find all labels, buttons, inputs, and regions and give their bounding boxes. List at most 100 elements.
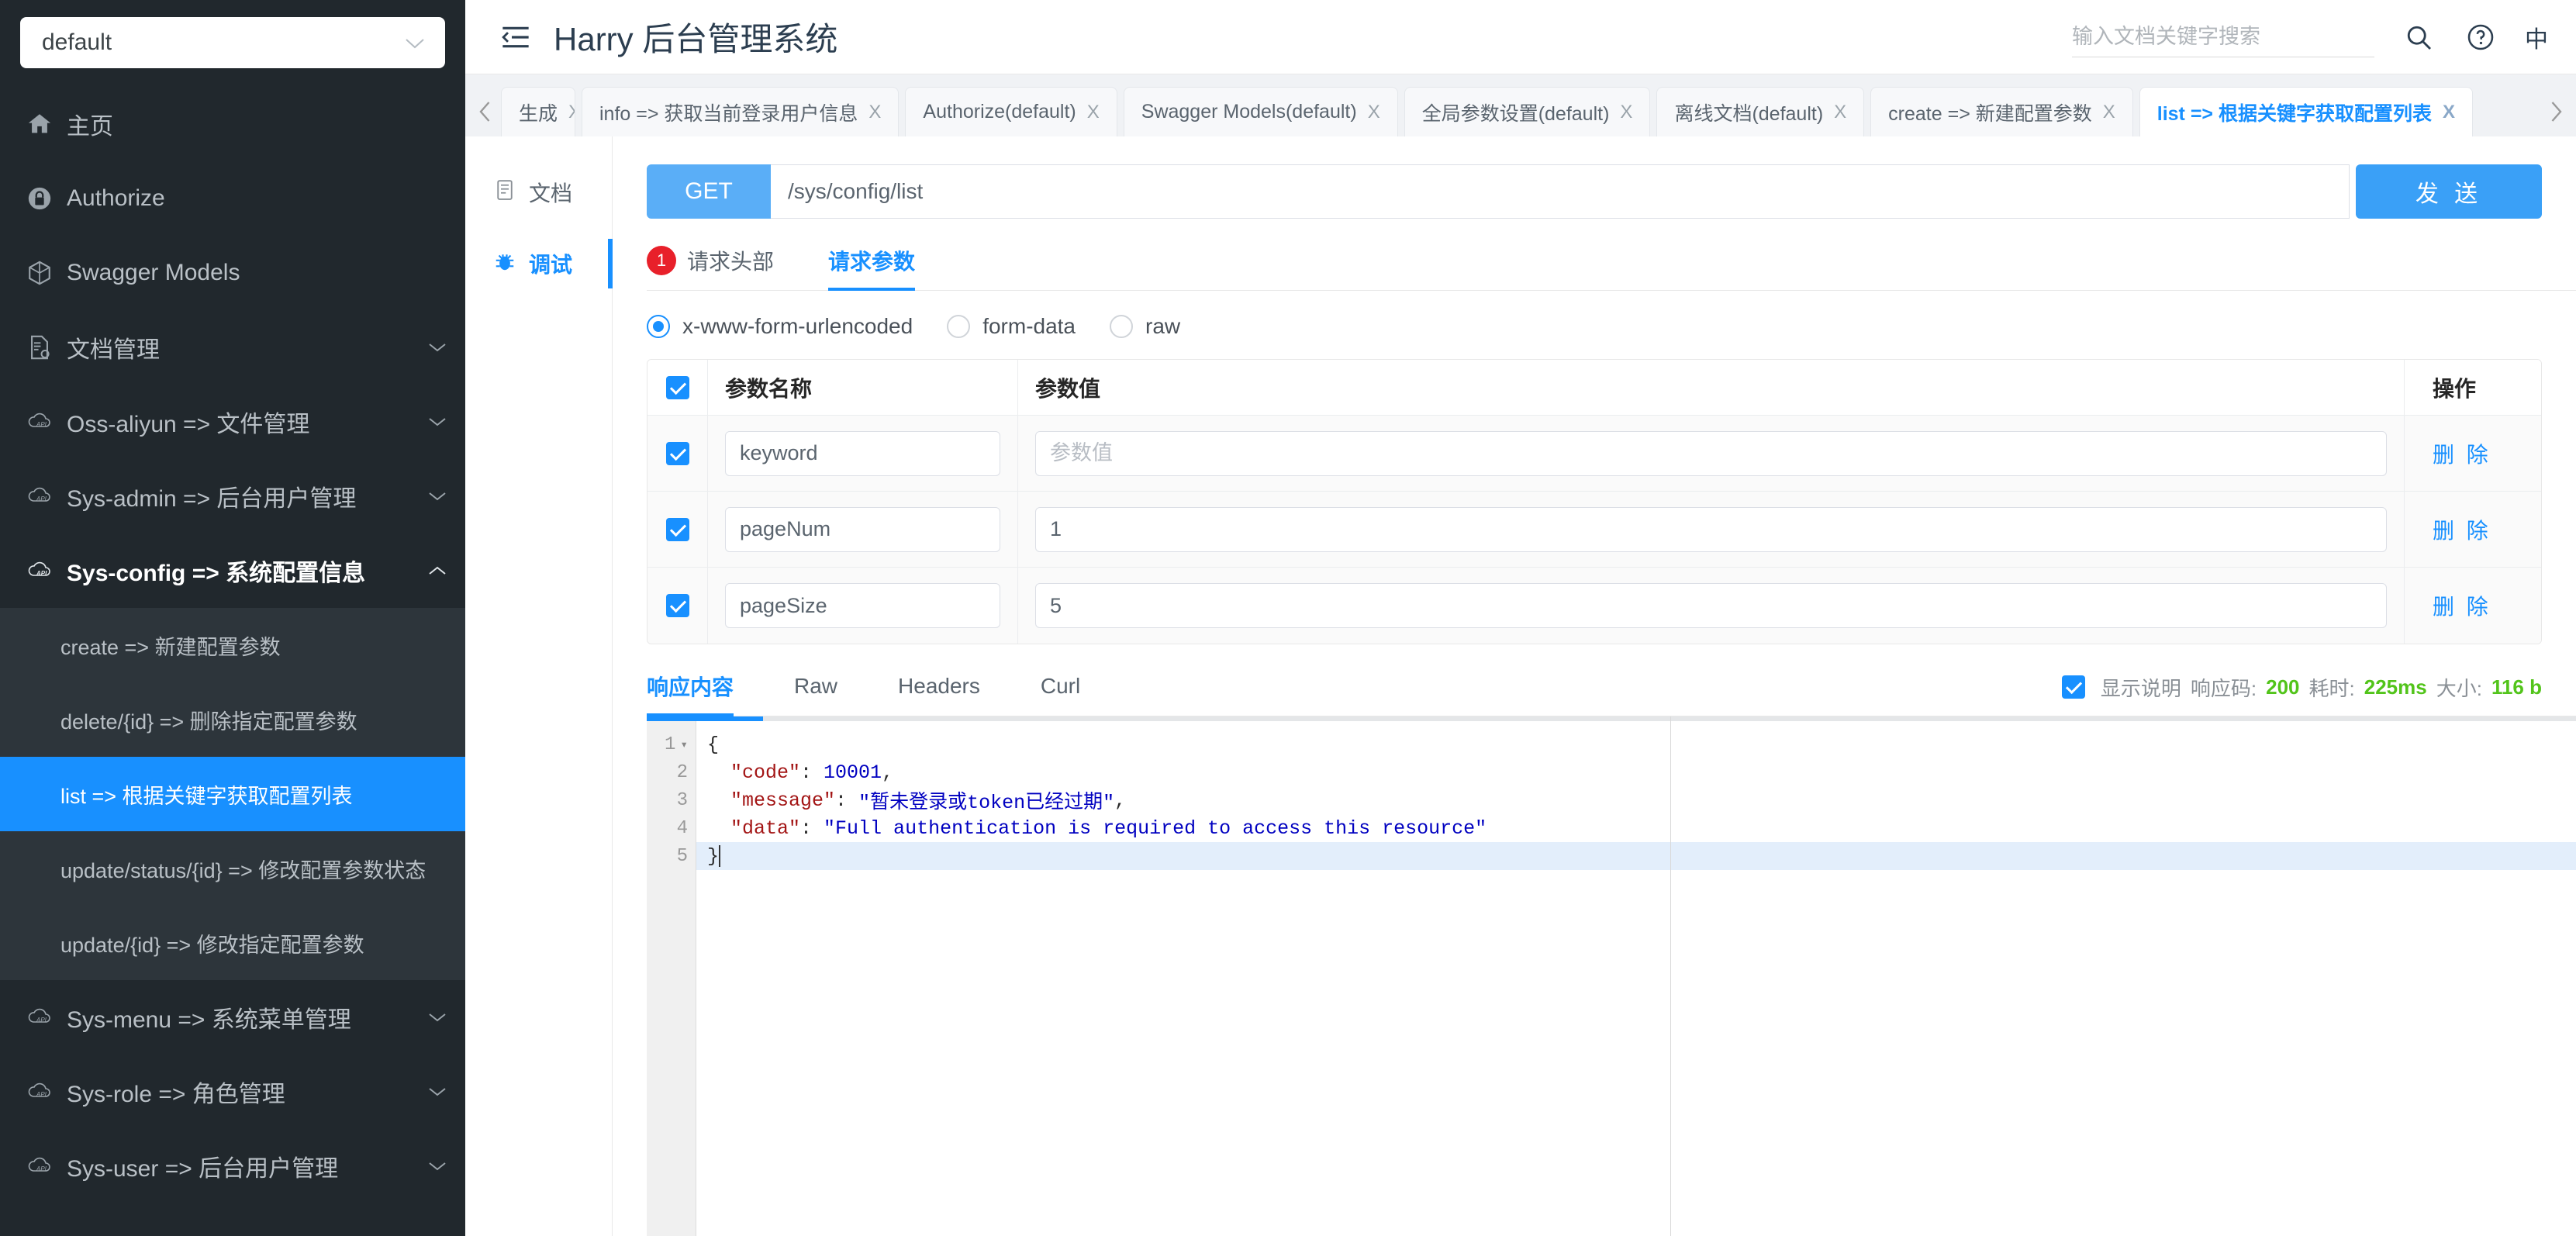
response-editor[interactable]: 1 ▾ 2 3 4 5 { "code": 10001 , "message"… xyxy=(647,716,2576,1236)
param-value-input[interactable] xyxy=(1035,583,2387,628)
size-value: 116 b xyxy=(2491,675,2542,699)
delete-row-button[interactable]: 删 除 xyxy=(2433,514,2491,545)
tab-item[interactable]: 生成 X xyxy=(501,87,575,136)
row-checkbox[interactable] xyxy=(665,441,689,465)
chevron-right-icon[interactable] xyxy=(2540,87,2571,136)
close-icon[interactable]: X xyxy=(568,102,575,123)
api-cloud-icon: API xyxy=(26,1155,67,1177)
sidebar-item-authorize[interactable]: Authorize xyxy=(0,161,465,236)
editor-code-area[interactable]: { "code": 10001, "message": "暂未登录或token已… xyxy=(696,716,2576,1236)
request-tabs: 1 请求头部 请求参数 xyxy=(647,245,2576,291)
status-code-label: 响应码: xyxy=(2190,676,2257,700)
topbar: Harry 后台管理系统 中 xyxy=(465,0,2576,74)
tab-item-active[interactable]: list => 根据关键字获取配置列表 X xyxy=(2139,87,2473,136)
row-name-cell xyxy=(708,568,1018,644)
sidebar-item-sys-admin[interactable]: API Sys-admin => 后台用户管理 xyxy=(0,459,465,533)
tab-label: 请求参数 xyxy=(828,250,916,274)
radio-x-www-form-urlencoded[interactable]: x-www-form-urlencoded xyxy=(647,314,913,339)
param-name-input[interactable] xyxy=(725,583,1000,628)
row-checkbox[interactable] xyxy=(665,594,689,617)
table-row: 删 除 xyxy=(647,568,2541,644)
search-icon[interactable] xyxy=(2401,19,2436,55)
sidebar-item-swagger-models[interactable]: Swagger Models xyxy=(0,236,465,310)
chevron-down-icon xyxy=(428,337,447,358)
tab-item[interactable]: info => 获取当前登录用户信息 X xyxy=(582,87,900,136)
chevron-down-icon xyxy=(428,1155,447,1177)
param-value-input[interactable] xyxy=(1035,430,2387,476)
tab-response-curl[interactable]: Curl xyxy=(1041,674,1080,713)
delete-row-button[interactable]: 删 除 xyxy=(2433,438,2491,469)
fold-icon[interactable]: ▾ xyxy=(680,737,688,752)
param-name-input[interactable] xyxy=(725,506,1000,552)
radio-label: raw xyxy=(1145,314,1181,338)
tab-response-headers[interactable]: Headers xyxy=(898,674,980,713)
language-toggle[interactable]: 中 xyxy=(2525,20,2548,54)
close-icon[interactable]: X xyxy=(1087,102,1100,123)
http-method-select[interactable]: GET xyxy=(647,164,771,219)
close-icon[interactable]: X xyxy=(2103,102,2115,123)
show-description-checkbox[interactable] xyxy=(2061,675,2085,699)
tab-item[interactable]: create => 新建配置参数 X xyxy=(1870,87,2133,136)
tab-strip: 生成 X info => 获取当前登录用户信息 X Authorize(defa… xyxy=(465,74,2576,136)
close-icon[interactable]: X xyxy=(1368,102,1380,123)
param-value-input[interactable] xyxy=(1035,506,2387,552)
tab-label: Authorize(default) xyxy=(923,101,1076,123)
send-button[interactable]: 发 送 xyxy=(2356,164,2542,219)
sidebar-item-sys-menu[interactable]: API Sys-menu => 系统菜单管理 xyxy=(0,980,465,1055)
svg-text:API: API xyxy=(36,495,47,502)
delete-row-button[interactable]: 删 除 xyxy=(2433,590,2491,621)
sidebar-subitem-label: delete/{id} => 删除指定配置参数 xyxy=(60,709,357,734)
chevron-left-icon[interactable] xyxy=(470,87,501,136)
main-area: Harry 后台管理系统 中 生成 xyxy=(465,0,2576,1236)
menu-collapse-icon[interactable] xyxy=(498,19,534,55)
app-root: default 主页 Authorize Swagger Models 文档管理… xyxy=(0,0,2576,1236)
close-icon[interactable]: X xyxy=(1620,102,1632,123)
project-select[interactable]: default xyxy=(20,17,445,68)
close-icon[interactable]: X xyxy=(1834,102,1846,123)
sidebar-item-home[interactable]: 主页 xyxy=(0,87,465,161)
sidebar-subitem-update-status[interactable]: update/status/{id} => 修改配置参数状态 xyxy=(0,831,465,906)
close-icon[interactable]: X xyxy=(2443,102,2455,123)
bug-icon xyxy=(493,250,516,278)
param-name-input[interactable] xyxy=(725,430,1000,476)
tab-request-params[interactable]: 请求参数 xyxy=(828,245,916,291)
tab-label: create => 新建配置参数 xyxy=(1888,102,2092,125)
svg-text:API: API xyxy=(36,1165,47,1172)
tab-item[interactable]: Swagger Models(default) X xyxy=(1123,87,1398,136)
search-input[interactable] xyxy=(2072,24,2374,49)
row-op-cell: 删 除 xyxy=(2405,568,2541,644)
row-checkbox[interactable] xyxy=(665,517,689,541)
sidebar-subitem-create[interactable]: create => 新建配置参数 xyxy=(0,608,465,682)
radio-raw[interactable]: raw xyxy=(1110,314,1180,339)
sidebar-item-sys-role[interactable]: API Sys-role => 角色管理 xyxy=(0,1055,465,1129)
tab-item[interactable]: 全局参数设置(default) X xyxy=(1404,87,1651,136)
tab-response-raw[interactable]: Raw xyxy=(794,674,837,713)
sidebar-subitem-update[interactable]: update/{id} => 修改指定配置参数 xyxy=(0,906,465,980)
doc-search-box[interactable] xyxy=(2072,17,2374,57)
chevron-down-icon xyxy=(428,1081,447,1103)
tab-response-body[interactable]: 响应内容 xyxy=(647,671,734,716)
sidebar-item-sys-config[interactable]: API Sys-config => 系统配置信息 xyxy=(0,533,465,608)
question-circle-icon[interactable] xyxy=(2463,19,2498,55)
svg-text:API: API xyxy=(36,421,47,428)
docnav-item-label: 调试 xyxy=(529,253,573,277)
sidebar-item-doc-management[interactable]: 文档管理 xyxy=(0,310,465,385)
sidebar-item-oss-aliyun[interactable]: API Oss-aliyun => 文件管理 xyxy=(0,385,465,459)
tab-request-headers[interactable]: 1 请求头部 xyxy=(647,245,774,290)
response-meta: 显示说明 响应码: 200 耗时: 225ms 大小: 116 b xyxy=(2061,673,2542,714)
close-icon[interactable]: X xyxy=(868,102,881,123)
docnav-item-debug[interactable]: 调试 xyxy=(465,228,613,299)
page-title: Harry 后台管理系统 xyxy=(554,21,838,57)
status-badge: 1 xyxy=(647,246,676,275)
sidebar-subitem-list[interactable]: list => 根据关键字获取配置列表 xyxy=(0,757,465,831)
radio-form-data[interactable]: form-data xyxy=(947,314,1076,339)
docnav-item-document[interactable]: 文档 xyxy=(465,157,612,228)
tab-item[interactable]: 离线文档(default) X xyxy=(1656,87,1865,136)
sidebar-subitem-delete[interactable]: delete/{id} => 删除指定配置参数 xyxy=(0,682,465,757)
request-url-input[interactable]: /sys/config/list xyxy=(771,164,2350,219)
tab-item[interactable]: Authorize(default) X xyxy=(905,87,1117,136)
row-op-cell: 删 除 xyxy=(2405,416,2541,491)
sidebar-item-sys-user[interactable]: API Sys-user => 后台用户管理 xyxy=(0,1129,465,1203)
select-all-checkbox[interactable] xyxy=(665,375,689,399)
